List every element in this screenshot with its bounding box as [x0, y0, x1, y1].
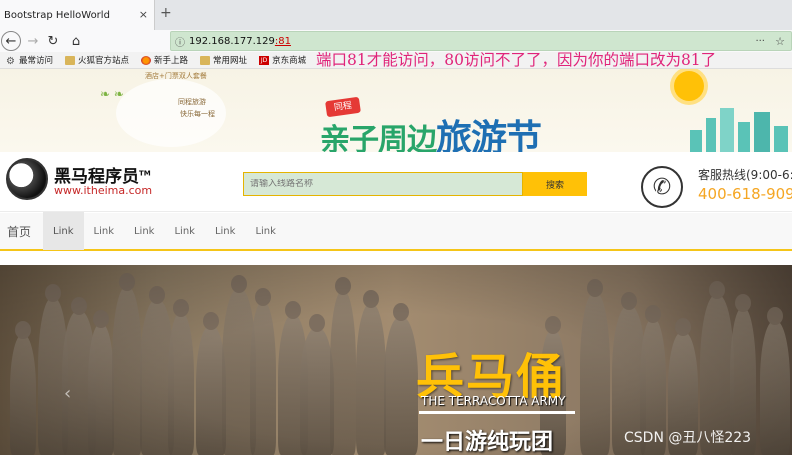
- folder-icon: [65, 55, 76, 65]
- hero-carousel[interactable]: ‹ 兵马俑 THE TERRACOTTA ARMY 一日游纯玩团 CSDN @丑…: [0, 265, 792, 455]
- annotation-note: 端口81才能访问，80访问不了了，因为你的端口改为81了: [316, 51, 717, 69]
- page-actions-icon[interactable]: ···: [755, 36, 765, 47]
- promo-text-b: 旅游节: [436, 118, 542, 152]
- nav-link[interactable]: Link: [164, 212, 204, 250]
- forward-button[interactable]: →: [24, 30, 42, 52]
- firefox-icon: [141, 55, 152, 65]
- home-button[interactable]: ⌂: [66, 30, 86, 52]
- bookmark-getting-started[interactable]: 新手上路: [141, 54, 188, 66]
- nav-link[interactable]: Link: [84, 212, 124, 250]
- csdn-watermark: CSDN @丑八怪223: [624, 430, 752, 446]
- nav-home[interactable]: 首页: [0, 212, 43, 250]
- bookmark-common-sites[interactable]: 常用网址: [200, 54, 247, 66]
- search-input[interactable]: [250, 179, 522, 189]
- skyline-illustration: [682, 107, 792, 152]
- reload-button[interactable]: ↻: [44, 30, 62, 52]
- nav-link[interactable]: Link: [205, 212, 245, 250]
- site-header: 黑马程序员TM www.itheima.com 搜索 ✆ 客服热线(9:00-6…: [0, 152, 792, 212]
- screenshot-root: Bootstrap HelloWorld × + ← → ↻ ⌂ ⓘ 192.1…: [0, 0, 792, 455]
- hotline-label: 客服热线(9:00-6:00): [698, 168, 792, 182]
- nav-link[interactable]: Link: [43, 212, 84, 250]
- promo-headline: 同程 亲子周边旅游节: [320, 79, 620, 152]
- url-port: :81: [274, 35, 291, 47]
- reload-icon: ↻: [47, 33, 59, 49]
- hero-tagline: 一日游纯玩团: [421, 430, 554, 455]
- address-bar[interactable]: ⓘ 192.168.177.129:81 ··· ☆: [170, 31, 792, 51]
- phone-icon: ✆: [641, 166, 683, 208]
- nav-link[interactable]: Link: [124, 212, 164, 250]
- close-icon[interactable]: ×: [139, 8, 148, 21]
- home-icon: ⌂: [71, 33, 81, 49]
- tab-bar: Bootstrap HelloWorld × +: [0, 0, 792, 30]
- folder-icon: [200, 55, 211, 65]
- forward-arrow-icon: →: [27, 33, 39, 49]
- banner-small-text: 同程旅游: [178, 98, 206, 106]
- info-icon[interactable]: ⓘ: [171, 34, 189, 49]
- bookmark-firefox-official[interactable]: 火狐官方站点: [65, 54, 129, 66]
- banner-small-text: 酒店+门票双人套餐: [145, 72, 207, 80]
- promo-banner[interactable]: ❧ ❧ 酒店+门票双人套餐 同程旅游 快乐每一程 同程 亲子周边旅游节: [0, 69, 792, 152]
- bookmark-most-visited[interactable]: ⚙ 最常访问: [6, 54, 53, 67]
- banner-small-text: 快乐每一程: [180, 110, 215, 118]
- brand-url: www.itheima.com: [54, 184, 153, 197]
- leaf-decoration-icon: ❧ ❧: [100, 87, 124, 101]
- hero-subtitle: THE TERRACOTTA ARMY: [421, 394, 566, 408]
- search-button[interactable]: 搜索: [523, 172, 587, 196]
- promo-text-a: 亲子周边: [320, 123, 437, 152]
- nav-toolbar: ← → ↻ ⌂ ⓘ 192.168.177.129:81 ··· ☆: [0, 30, 792, 52]
- hero-divider: [419, 411, 575, 414]
- hotline-number: 400-618-9090: [698, 185, 792, 203]
- tab-title: Bootstrap HelloWorld: [4, 9, 110, 21]
- browser-tab[interactable]: Bootstrap HelloWorld ×: [0, 0, 155, 30]
- new-tab-button[interactable]: +: [160, 5, 172, 21]
- bookmark-star-icon[interactable]: ☆: [775, 35, 785, 48]
- sun-icon: [674, 71, 704, 101]
- nav-link[interactable]: Link: [245, 212, 285, 250]
- search-box: [243, 172, 523, 196]
- carousel-prev-icon[interactable]: ‹: [64, 383, 76, 407]
- url-host: 192.168.177.129: [189, 35, 275, 47]
- bookmark-jd[interactable]: JD 京东商城: [259, 54, 306, 66]
- back-arrow-icon: ←: [1, 31, 21, 51]
- jd-icon: JD: [259, 55, 270, 65]
- gear-icon: ⚙: [6, 55, 15, 67]
- horse-logo-icon[interactable]: [6, 158, 48, 200]
- back-button[interactable]: ←: [0, 30, 22, 52]
- site-nav: 首页 Link Link Link Link Link Link: [0, 212, 792, 251]
